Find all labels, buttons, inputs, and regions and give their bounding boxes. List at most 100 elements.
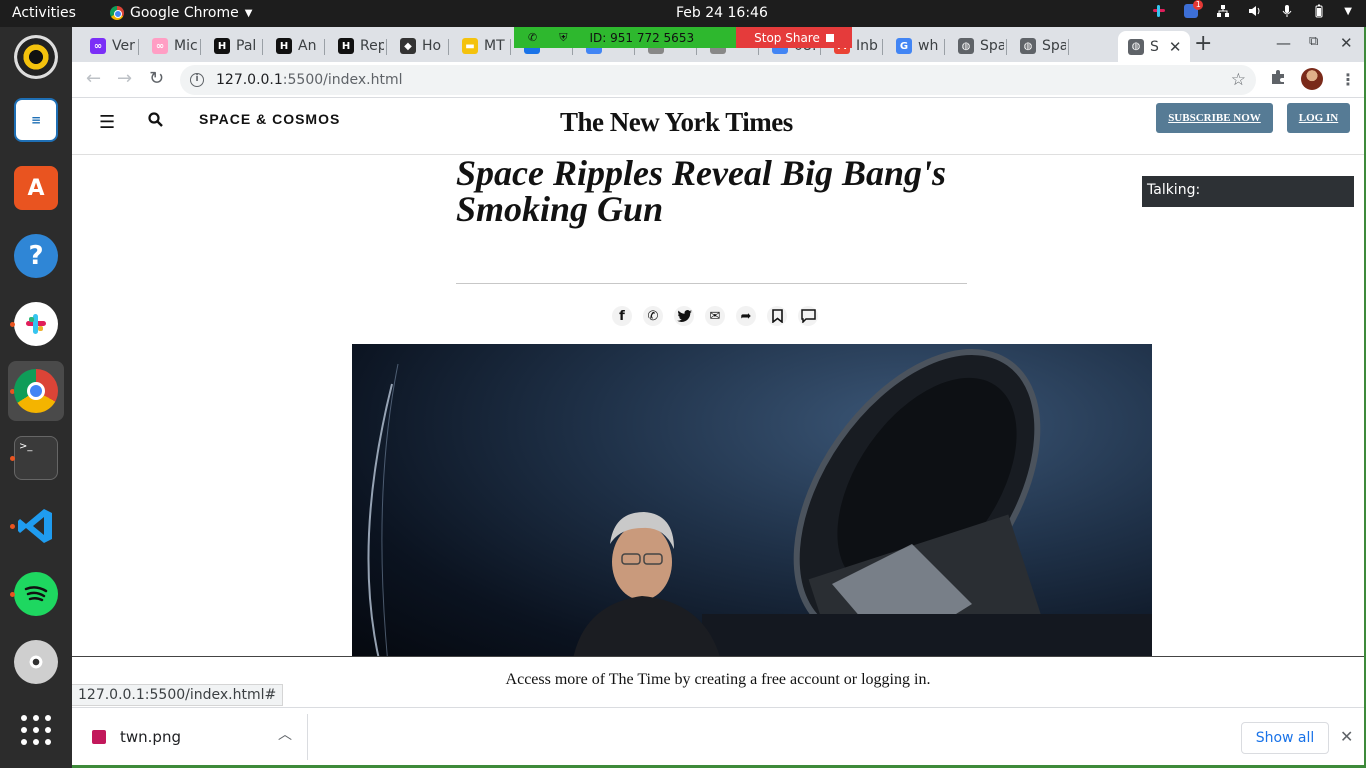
tab-title: Spa bbox=[980, 38, 1004, 54]
forward-button[interactable]: → bbox=[117, 68, 132, 89]
chrome-menu-icon[interactable]: ⋮ bbox=[1340, 70, 1356, 89]
close-shelf-icon[interactable]: ✕ bbox=[1340, 727, 1353, 746]
tab-title: Ver bbox=[112, 38, 135, 54]
notification-icon[interactable]: 1 bbox=[1184, 0, 1204, 18]
status-bubble: 127.0.0.1:5500/index.html# bbox=[72, 684, 284, 706]
chrome-window: ∞Ver∞MicHPalHAnHRep◆Ho▬MT08:MInbGwh◍Spa◍… bbox=[72, 27, 1364, 765]
tab-title: Inb bbox=[856, 38, 878, 54]
masthead-logo[interactable]: The New York Times bbox=[560, 107, 793, 138]
phone-icon[interactable]: ✆ bbox=[528, 31, 537, 44]
comment-icon[interactable] bbox=[798, 306, 818, 326]
dock-terminal[interactable]: >_ bbox=[8, 428, 64, 488]
dock-chrome[interactable] bbox=[8, 361, 64, 421]
tab-favicon-icon: ∞ bbox=[152, 38, 168, 54]
dock-show-apps[interactable] bbox=[8, 700, 64, 760]
tab-close-icon[interactable]: ✕ bbox=[1169, 38, 1182, 56]
chevron-up-icon[interactable]: ︿ bbox=[278, 724, 292, 744]
dock-dvd[interactable] bbox=[8, 632, 64, 692]
maximize-button[interactable]: ⧉ bbox=[1309, 34, 1318, 49]
browser-tab[interactable]: ▬ MT bbox=[452, 33, 508, 59]
tab-separator bbox=[386, 39, 387, 55]
tab-title: Rep bbox=[360, 38, 384, 54]
share-icon[interactable]: ➦ bbox=[736, 306, 756, 326]
dock-rhythmbox[interactable] bbox=[8, 27, 64, 87]
terminal-icon: >_ bbox=[14, 436, 58, 480]
tab-separator bbox=[448, 39, 449, 55]
app-grid-icon bbox=[14, 708, 58, 752]
whatsapp-icon[interactable]: ✆ bbox=[643, 306, 663, 326]
tab-strip: ∞Ver∞MicHPalHAnHRep◆Ho▬MT08:MInbGwh◍Spa◍… bbox=[72, 27, 1364, 62]
dock-vscode[interactable] bbox=[8, 496, 64, 556]
twitter-icon[interactable] bbox=[674, 306, 694, 326]
close-window-button[interactable]: ✕ bbox=[1340, 34, 1353, 52]
browser-tab[interactable]: ◆ Ho bbox=[390, 33, 446, 59]
activities-button[interactable]: Activities bbox=[12, 5, 76, 21]
address-bar[interactable]: i 127.0.0.1:5500/index.html ☆ bbox=[180, 65, 1256, 95]
browser-tab[interactable]: ◍ Spa bbox=[948, 33, 1004, 59]
tab-favicon-icon: H bbox=[338, 38, 354, 54]
browser-tab[interactable]: H Pal bbox=[204, 33, 260, 59]
access-text[interactable]: Access more of The Time by creating a fr… bbox=[506, 671, 931, 707]
search-icon[interactable] bbox=[148, 112, 163, 131]
bookmark-star-icon[interactable]: ☆ bbox=[1231, 70, 1246, 90]
network-icon[interactable] bbox=[1216, 4, 1230, 18]
dock-software[interactable]: A bbox=[8, 158, 64, 218]
tab-separator bbox=[1068, 39, 1069, 55]
browser-tab[interactable]: ∞ Ver bbox=[80, 33, 136, 59]
stop-share-button[interactable]: Stop Share bbox=[736, 27, 852, 48]
facebook-icon[interactable]: f bbox=[612, 306, 632, 326]
tab-favicon-icon: ◍ bbox=[1020, 38, 1036, 54]
microphone-icon[interactable] bbox=[1280, 4, 1294, 18]
back-button[interactable]: ← bbox=[86, 68, 101, 89]
running-indicator bbox=[10, 592, 15, 597]
caret-down-icon: ▼ bbox=[244, 7, 253, 19]
image-file-icon bbox=[92, 730, 106, 744]
tab-favicon-icon: ◍ bbox=[958, 38, 974, 54]
battery-icon[interactable] bbox=[1312, 4, 1326, 18]
tab-favicon-icon: H bbox=[276, 38, 292, 54]
dock-help[interactable]: ? bbox=[8, 226, 64, 286]
site-header: ☰ SPACE & COSMOS The New York Times SUBS… bbox=[72, 99, 1364, 155]
shield-icon[interactable]: ⛨ bbox=[559, 31, 567, 45]
clock[interactable]: Feb 24 16:46 bbox=[676, 5, 768, 21]
download-item[interactable]: twn.png ︿ bbox=[72, 714, 308, 760]
bookmark-icon[interactable] bbox=[767, 306, 787, 326]
dock-impress[interactable]: ≡ bbox=[8, 90, 64, 150]
site-info-icon[interactable]: i bbox=[190, 73, 204, 87]
running-indicator bbox=[10, 524, 15, 529]
subscribe-button[interactable]: SUBSCRIBE NOW bbox=[1156, 103, 1273, 133]
extensions-icon[interactable] bbox=[1270, 69, 1286, 89]
browser-tab[interactable]: H An bbox=[266, 33, 322, 59]
browser-tab[interactable]: ◍ Spa bbox=[1010, 33, 1066, 59]
browser-tab[interactable]: H Rep bbox=[328, 33, 384, 59]
volume-icon[interactable] bbox=[1248, 4, 1262, 18]
browser-tab[interactable]: ◍ S ✕ bbox=[1118, 31, 1190, 62]
system-tray[interactable]: 1 ▼ bbox=[1152, 0, 1352, 18]
tab-separator bbox=[138, 39, 139, 55]
share-id-label: ID: 951 772 5653 bbox=[589, 30, 695, 45]
tab-title: Ho bbox=[422, 38, 442, 54]
url-path: :5500/index.html bbox=[282, 72, 403, 88]
login-button[interactable]: LOG IN bbox=[1287, 103, 1350, 133]
app-menu[interactable]: Google Chrome ▼ bbox=[110, 5, 252, 21]
browser-tab[interactable]: Gwh bbox=[886, 33, 942, 59]
article-headline: Space Ripples Reveal Big Bang's Smoking … bbox=[456, 153, 946, 229]
show-all-button[interactable]: Show all bbox=[1241, 722, 1329, 754]
hamburger-menu-icon[interactable]: ☰ bbox=[99, 112, 115, 133]
new-tab-button[interactable]: + bbox=[1194, 31, 1212, 56]
dock-slack[interactable] bbox=[8, 294, 64, 354]
section-name[interactable]: SPACE & COSMOS bbox=[199, 111, 340, 127]
slack-tray-icon[interactable] bbox=[1152, 4, 1166, 18]
dock-spotify[interactable] bbox=[8, 564, 64, 624]
email-icon[interactable]: ✉ bbox=[705, 306, 725, 326]
libreoffice-impress-icon: ≡ bbox=[14, 98, 58, 142]
tab-separator bbox=[324, 39, 325, 55]
browser-tab[interactable]: ∞ Mic bbox=[142, 33, 198, 59]
tab-title: MT bbox=[484, 38, 505, 54]
tab-title: Mic bbox=[174, 38, 198, 54]
reload-button[interactable]: ↻ bbox=[149, 68, 164, 89]
share-toolbar: f ✆ ✉ ➦ bbox=[612, 306, 818, 326]
minimize-button[interactable]: — bbox=[1276, 34, 1291, 52]
caret-down-icon[interactable]: ▼ bbox=[1344, 6, 1352, 17]
profile-avatar[interactable] bbox=[1301, 68, 1323, 90]
